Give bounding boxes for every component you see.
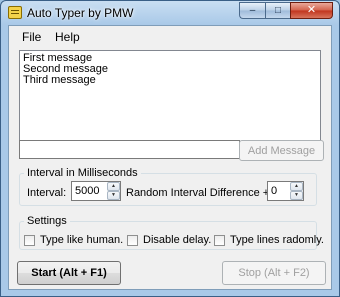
title-bar[interactable]: Auto Typer by PMW – □ ✕ [1,1,339,25]
interval-value[interactable]: 5000 [75,185,99,197]
random-interval-label: Random Interval Difference +/- [126,187,276,199]
type-like-human-checkbox[interactable]: Type like human. [24,234,123,246]
new-message-input[interactable] [19,140,240,159]
disable-delay-checkbox[interactable]: Disable delay. [127,234,211,246]
spin-down-icon[interactable]: ▼ [290,191,303,200]
random-interval-spinner[interactable]: 0 ▲ ▼ [267,181,304,201]
interval-label: Interval: [27,187,67,199]
window-title: Auto Typer by PMW [27,6,134,20]
menu-help[interactable]: Help [55,30,80,44]
app-keyboard-icon [8,6,22,19]
spin-up-icon[interactable]: ▲ [290,182,303,191]
close-button[interactable]: ✕ [290,2,333,19]
stop-button[interactable]: Stop (Alt + F2) [222,261,326,285]
menu-bar: File Help [9,26,331,46]
type-like-human-label: Type like human. [40,234,124,246]
checkbox-icon[interactable] [127,234,138,246]
settings-group-label: Settings [24,215,70,227]
add-message-button[interactable]: Add Message [239,140,324,161]
app-window: Auto Typer by PMW – □ ✕ File Help First … [0,0,340,297]
type-lines-randomly-checkbox[interactable]: Type lines radomly. [214,234,324,246]
start-button[interactable]: Start (Alt + F1) [17,261,121,285]
interval-spinner[interactable]: 5000 ▲ ▼ [71,181,121,201]
random-interval-value[interactable]: 0 [271,185,277,197]
menu-file[interactable]: File [22,30,41,44]
message-list[interactable]: First message Second message Third messa… [19,50,321,154]
checkbox-icon[interactable] [24,234,35,246]
interval-group-label: Interval in Milliseconds [24,167,141,179]
spin-down-icon[interactable]: ▼ [107,191,120,200]
disable-delay-label: Disable delay. [143,234,212,246]
list-item[interactable]: Third message [23,75,317,86]
type-lines-randomly-label: Type lines radomly. [230,234,324,246]
checkbox-icon[interactable] [214,234,225,246]
spin-up-icon[interactable]: ▲ [107,182,120,191]
maximize-button[interactable]: □ [265,2,290,19]
minimize-button[interactable]: – [239,2,265,19]
caption-buttons: – □ ✕ [239,2,333,19]
